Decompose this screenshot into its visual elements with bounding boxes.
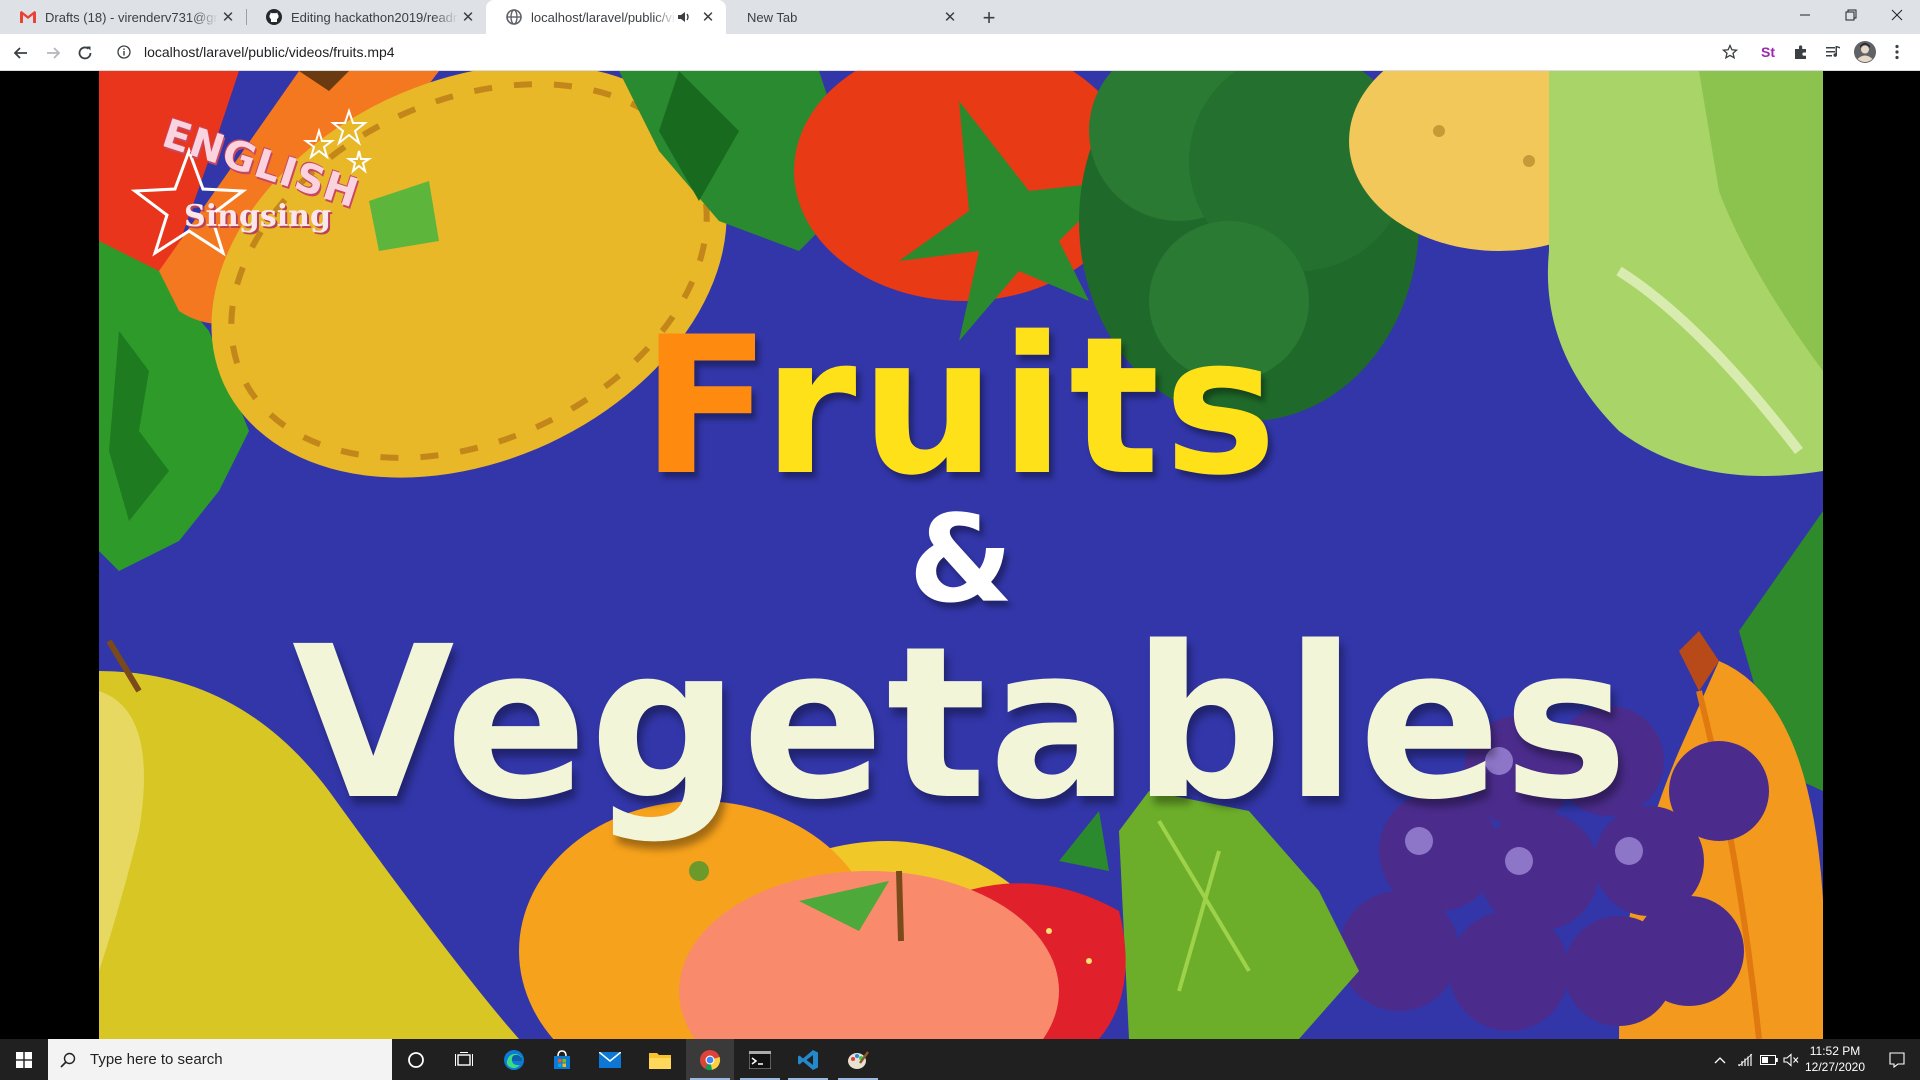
speaker-icon[interactable] <box>676 9 692 25</box>
cortana-icon[interactable] <box>392 1039 440 1080</box>
tray-chevron-icon[interactable] <box>1706 1039 1734 1080</box>
clock-time: 11:52 PM <box>1809 1044 1861 1058</box>
title-fruits-rest: ruits <box>762 296 1281 517</box>
notification-icon[interactable] <box>1874 1039 1920 1080</box>
search-icon <box>60 1052 76 1068</box>
media-control-icon[interactable] <box>1821 40 1845 64</box>
restore-icon[interactable] <box>1828 0 1874 30</box>
extensions-puzzle-icon[interactable] <box>1789 40 1813 64</box>
tab-strip: Drafts (18) - virenderv731@gmail.com - G… <box>0 0 1920 34</box>
store-icon[interactable] <box>538 1039 586 1080</box>
vscode-icon[interactable] <box>784 1039 832 1080</box>
clock-date: 12/27/2020 <box>1804 1060 1866 1074</box>
address-url[interactable]: localhost/laravel/public/videos/fruits.m… <box>144 44 395 60</box>
back-icon[interactable] <box>7 39 35 67</box>
tab-title: Drafts (18) - virenderv731@gmail.com - G… <box>45 9 218 25</box>
close-tab-icon[interactable]: ✕ <box>458 7 478 27</box>
reload-icon[interactable] <box>71 39 99 67</box>
windows-start-icon[interactable] <box>0 1039 48 1080</box>
new-tab-button[interactable]: + <box>976 5 1002 31</box>
close-tab-icon[interactable]: ✕ <box>698 7 718 27</box>
mail-icon[interactable] <box>586 1039 634 1080</box>
forward-icon[interactable] <box>39 39 67 67</box>
tab-video[interactable]: localhost/laravel/public/videos/fruits.m… <box>486 0 726 34</box>
tab-title: localhost/laravel/public/videos/fruits.m… <box>531 9 676 25</box>
extension-st-icon[interactable]: St <box>1758 40 1782 64</box>
taskbar-clock[interactable]: 11:52 PM 12/27/2020 <box>1796 1043 1874 1075</box>
english-singsing-logo: ENGLISH Singsing <box>119 91 379 281</box>
tab-github[interactable]: Editing hackathon2019/readme at master ✕ <box>246 0 486 34</box>
terminal-icon[interactable] <box>736 1039 784 1080</box>
search-placeholder: Type here to search <box>90 1051 223 1068</box>
bookmark-star-icon[interactable] <box>1718 40 1742 64</box>
menu-kebab-icon[interactable] <box>1885 40 1909 64</box>
address-bar[interactable]: localhost/laravel/public/videos/fruits.m… <box>110 37 1792 67</box>
battery-icon[interactable] <box>1758 1039 1780 1080</box>
video-viewport: ENGLISH Singsing Fruits & Vegetables <box>0 71 1920 1039</box>
gmail-icon <box>20 9 36 25</box>
globe-icon <box>506 9 522 25</box>
tab-new-tab[interactable]: New Tab ✕ <box>726 0 968 34</box>
svg-text:St: St <box>1761 44 1775 60</box>
paint-icon[interactable] <box>834 1039 882 1080</box>
title-fruits-first-letter: F <box>641 296 763 517</box>
edge-icon[interactable] <box>490 1039 538 1080</box>
tab-gmail[interactable]: Drafts (18) - virenderv731@gmail.com - G… <box>0 0 247 34</box>
close-icon[interactable] <box>1874 0 1920 30</box>
tab-title: Editing hackathon2019/readme at master <box>291 9 458 25</box>
site-info-icon[interactable] <box>116 44 132 60</box>
close-tab-icon[interactable]: ✕ <box>940 7 960 27</box>
tab-title: New Tab <box>747 9 798 25</box>
github-icon <box>266 9 282 25</box>
video-player[interactable]: ENGLISH Singsing Fruits & Vegetables <box>99 71 1823 1039</box>
file-explorer-icon[interactable] <box>636 1039 684 1080</box>
chrome-icon[interactable] <box>686 1039 734 1080</box>
title-vegetables: Vegetables <box>291 601 1631 846</box>
profile-avatar-icon[interactable] <box>1853 40 1877 64</box>
browser-toolbar: localhost/laravel/public/videos/fruits.m… <box>0 34 1920 71</box>
wifi-icon[interactable] <box>1734 1039 1758 1080</box>
taskbar-search-box[interactable]: Type here to search <box>48 1039 392 1080</box>
logo-text-singsing: Singsing <box>184 199 331 234</box>
task-view-icon[interactable] <box>440 1039 488 1080</box>
minimize-icon[interactable] <box>1782 0 1828 30</box>
close-tab-icon[interactable]: ✕ <box>218 7 238 27</box>
windows-taskbar: Type here to search 11:52 PM 12/27/2020 <box>0 1039 1920 1080</box>
title-fruits: Fruits <box>99 296 1823 517</box>
